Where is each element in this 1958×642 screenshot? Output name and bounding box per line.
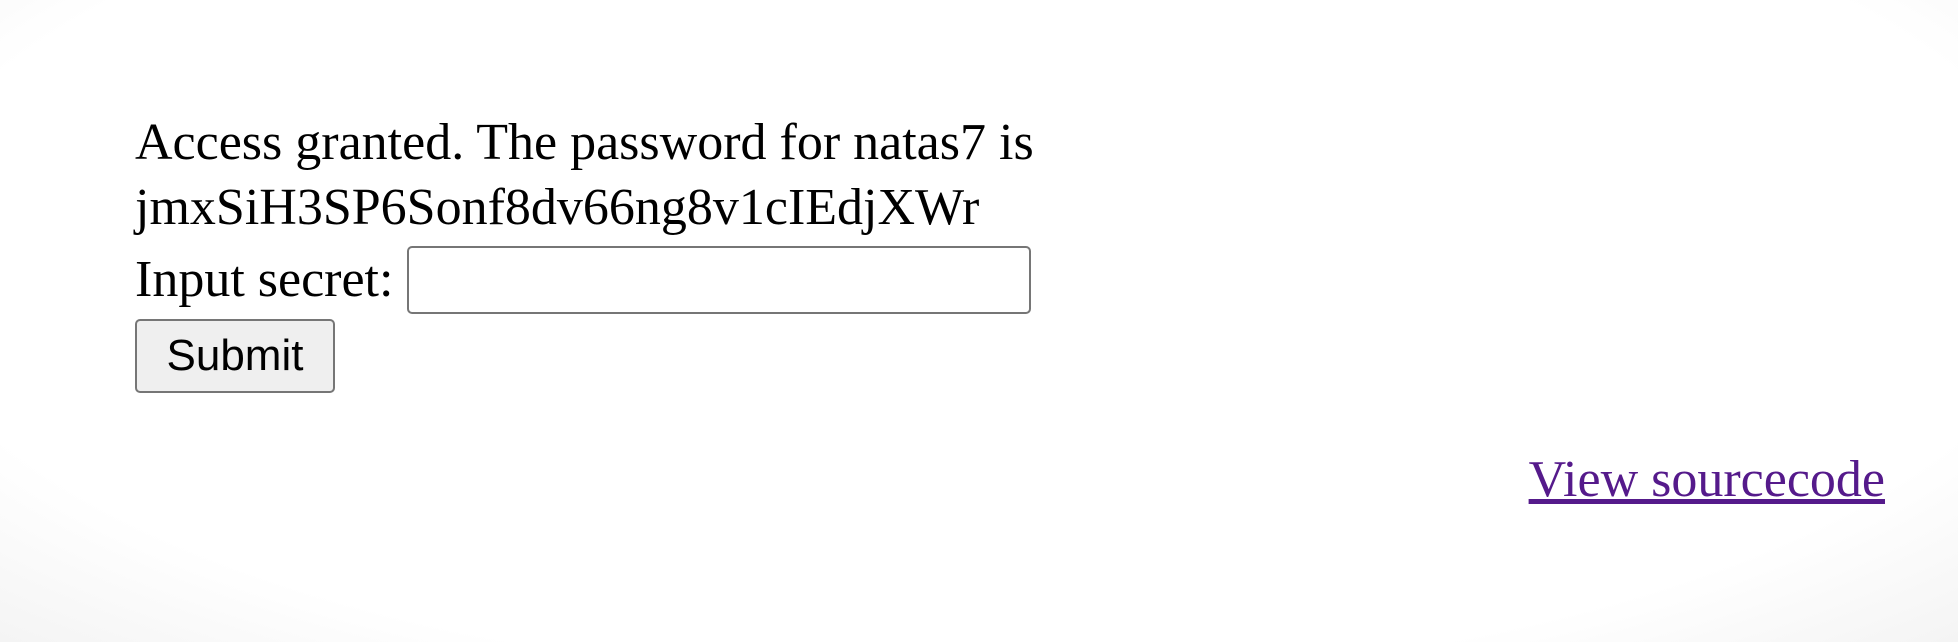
view-sourcecode-link[interactable]: View sourcecode [1529,447,1885,512]
content-area: Access granted. The password for natas7 … [135,110,1885,393]
secret-input[interactable] [407,245,1032,314]
secret-form-row: Input secret: [135,242,1885,317]
password-text: jmxSiH3SP6Sonf8dv66ng8v1cIEdjXWr [135,179,980,236]
access-granted-message: Access granted. The password for natas7 … [135,114,1034,171]
submit-button[interactable]: Submit [135,319,335,393]
input-secret-label: Input secret: [135,251,394,308]
